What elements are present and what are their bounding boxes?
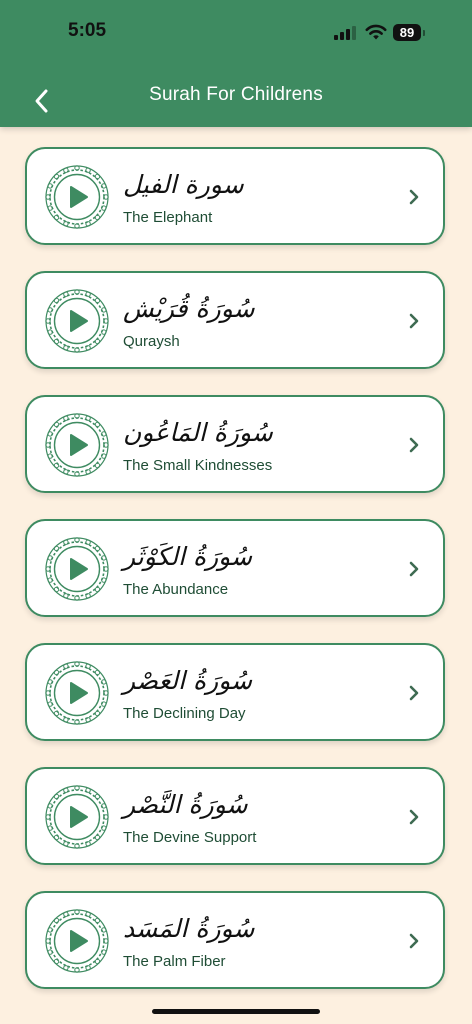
- play-icon[interactable]: [43, 907, 111, 975]
- wifi-icon: [365, 24, 387, 40]
- play-icon[interactable]: [43, 163, 111, 231]
- surah-english-title: The Declining Day: [123, 705, 246, 722]
- chevron-right-icon: [409, 561, 419, 577]
- surah-english-title: The Abundance: [123, 581, 229, 598]
- home-indicator: [152, 1009, 320, 1014]
- chevron-right-icon: [409, 437, 419, 453]
- surah-arabic-title: سُورَةُ المَاعُون: [123, 418, 273, 447]
- surah-card[interactable]: سُورَةُ الكَوْثَر The Abundance: [25, 519, 445, 617]
- page-title: Surah For Childrens: [149, 84, 323, 105]
- surah-arabic-title: سُورَةُ قُرَيْش: [123, 294, 255, 323]
- surah-card[interactable]: سورة الفيل The Elephant: [25, 147, 445, 245]
- chevron-right-icon: [409, 933, 419, 949]
- battery-level: 89: [399, 24, 415, 40]
- surah-english-title: The Elephant: [123, 209, 213, 226]
- battery-icon: 89: [393, 23, 425, 41]
- surah-english-title: The Palm Fiber: [123, 953, 226, 970]
- play-icon[interactable]: [43, 411, 111, 479]
- surah-arabic-title: سورة الفيل: [123, 170, 244, 199]
- play-icon[interactable]: [43, 783, 111, 851]
- surah-card[interactable]: سُورَةُ المَاعُون The Small Kindnesses: [25, 395, 445, 493]
- chevron-right-icon: [409, 189, 419, 205]
- surah-card[interactable]: سُورَةُ قُرَيْش Quraysh: [25, 271, 445, 369]
- surah-card[interactable]: سُورَةُ المَسَد The Palm Fiber: [25, 891, 445, 989]
- surah-card[interactable]: سُورَةُ النَّصْر The Devine Support: [25, 767, 445, 865]
- surah-english-title: Quraysh: [123, 333, 180, 350]
- play-icon[interactable]: [43, 659, 111, 727]
- app-header: 5:05 89 Surah For Childrens: [0, 0, 472, 127]
- chevron-right-icon: [409, 313, 419, 329]
- chevron-right-icon: [409, 809, 419, 825]
- status-icons: 89: [334, 22, 425, 42]
- chevron-right-icon: [409, 685, 419, 701]
- surah-arabic-title: سُورَةُ المَسَد: [123, 914, 255, 943]
- surah-arabic-title: سُورَةُ النَّصْر: [123, 790, 248, 819]
- surah-english-title: The Small Kindnesses: [123, 457, 273, 474]
- play-icon[interactable]: [43, 535, 111, 603]
- cellular-signal-icon: [334, 24, 356, 40]
- surah-english-title: The Devine Support: [123, 829, 257, 846]
- surah-card[interactable]: سُورَةُ العَصْر The Declining Day: [25, 643, 445, 741]
- play-icon[interactable]: [43, 287, 111, 355]
- status-time: 5:05: [68, 20, 107, 41]
- surah-arabic-title: سُورَةُ الكَوْثَر: [123, 542, 253, 571]
- surah-arabic-title: سُورَةُ العَصْر: [123, 666, 253, 695]
